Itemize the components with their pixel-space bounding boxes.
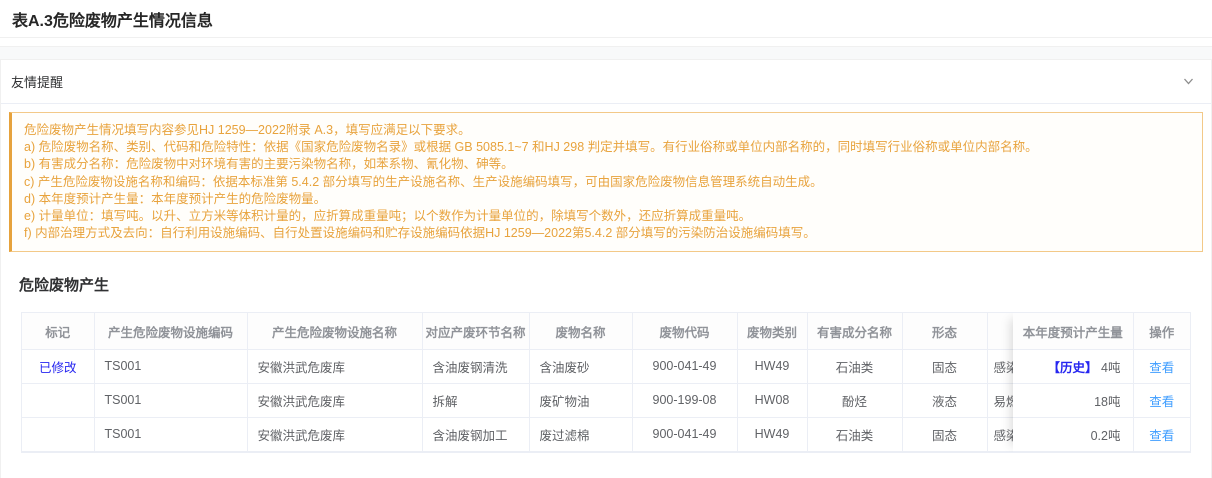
notice-item-f: f) 内部治理方式及去向：自行利用设施编码、自行处置设施编码和贮存设施编码依据H…	[24, 225, 1190, 242]
cell-facility-name: 安徽洪武危废库	[247, 349, 422, 383]
notice-item-a: a) 危险废物名称、类别、代码和危险特性：依据《国家危险废物名录》或根据 GB …	[24, 139, 1190, 156]
cell-facility-name: 安徽洪武危废库	[247, 417, 422, 451]
cell-process: 含油废钢加工	[422, 417, 529, 451]
cell-waste-code: 900-041-49	[632, 417, 737, 451]
fixed-header-row: 本年度预计产生量 操作	[1013, 313, 1190, 349]
cell-waste-code: 900-199-08	[632, 383, 737, 417]
fixed-row: 18吨 查看	[1013, 383, 1190, 417]
fixed-row: 0.2吨 查看	[1013, 417, 1190, 451]
cell-form: 固态	[902, 417, 987, 451]
notice-item-e: e) 计量单位：填写吨。以升、立方米等体积计量的，应折算成重量吨；以个数作为计量…	[24, 208, 1190, 225]
page-title: 表A.3危险废物产生情况信息	[12, 7, 213, 31]
col-header-amount: 本年度预计产生量	[1013, 313, 1133, 349]
cell-process: 含油废钢清洗	[422, 349, 529, 383]
cell-harmful-component: 石油类	[807, 349, 902, 383]
col-header-process: 对应产废环节名称	[422, 313, 529, 349]
col-header-facility-name: 产生危险废物设施名称	[247, 313, 422, 349]
reminder-title: 友情提醒	[11, 72, 63, 91]
cell-mark	[22, 383, 94, 417]
page-header: 表A.3危险废物产生情况信息	[0, 0, 1212, 38]
cell-waste-name: 含油废砂	[529, 349, 632, 383]
cell-mark: 已修改	[22, 349, 94, 383]
col-header-form: 形态	[902, 313, 987, 349]
notice-item-b: b) 有害成分名称：危险废物中对环境有害的主要污染物名称，如苯系物、氰化物、砷等…	[24, 156, 1190, 173]
amount-value: 4吨	[1101, 361, 1120, 375]
cell-mark	[22, 417, 94, 451]
section-title: 危险废物产生	[19, 274, 1211, 295]
view-link[interactable]: 查看	[1149, 395, 1174, 409]
cell-form: 液态	[902, 383, 987, 417]
amount-value: 0.2吨	[1091, 429, 1121, 443]
waste-table-fixed: 本年度预计产生量 操作 【历史】 4吨 查看 18吨 查看 0.2吨 查看	[1013, 313, 1190, 452]
cell-facility-code: TS001	[94, 417, 247, 451]
amount-value: 18吨	[1094, 395, 1120, 409]
col-header-action: 操作	[1133, 313, 1190, 349]
cell-amount: 0.2吨	[1013, 417, 1133, 451]
cell-waste-name: 废矿物油	[529, 383, 632, 417]
cell-waste-name: 废过滤棉	[529, 417, 632, 451]
cell-amount: 18吨	[1013, 383, 1133, 417]
view-link[interactable]: 查看	[1149, 361, 1174, 375]
cell-waste-category: HW49	[737, 349, 807, 383]
col-header-facility-code: 产生危险废物设施编码	[94, 313, 247, 349]
fixed-right-columns: 本年度预计产生量 操作 【历史】 4吨 查看 18吨 查看 0.2吨 查看	[1013, 313, 1190, 452]
fixed-row: 【历史】 4吨 查看	[1013, 349, 1190, 383]
view-link[interactable]: 查看	[1149, 429, 1174, 443]
col-header-waste-name: 废物名称	[529, 313, 632, 349]
col-header-mark: 标记	[22, 313, 94, 349]
notice-item-c: c) 产生危险废物设施名称和编码：依据本标准第 5.4.2 部分填写的生产设施名…	[24, 174, 1190, 191]
main-card: 友情提醒 危险废物产生情况填写内容参见HJ 1259—2022附录 A.3，填写…	[0, 60, 1212, 478]
chevron-down-icon[interactable]	[1182, 75, 1195, 88]
cell-facility-code: TS001	[94, 349, 247, 383]
notice-intro: 危险废物产生情况填写内容参见HJ 1259—2022附录 A.3，填写应满足以下…	[24, 122, 1190, 139]
cell-amount: 【历史】 4吨	[1013, 349, 1133, 383]
cell-action: 查看	[1133, 349, 1190, 383]
cell-action: 查看	[1133, 417, 1190, 451]
col-header-waste-category: 废物类别	[737, 313, 807, 349]
history-tag: 【历史】	[1048, 361, 1098, 375]
col-header-harmful-component: 有害成分名称	[807, 313, 902, 349]
notice-item-d: d) 本年度预计产生量：本年度预计产生的危险废物量。	[24, 191, 1190, 208]
cell-form: 固态	[902, 349, 987, 383]
cell-facility-name: 安徽洪武危废库	[247, 383, 422, 417]
col-header-waste-code: 废物代码	[632, 313, 737, 349]
cell-harmful-component: 酚烃	[807, 383, 902, 417]
waste-table: 标记 产生危险废物设施编码 产生危险废物设施名称 对应产废环节名称 废物名称 废…	[21, 312, 1191, 453]
reminder-collapse-header[interactable]: 友情提醒	[1, 60, 1211, 104]
cell-waste-category: HW08	[737, 383, 807, 417]
cell-action: 查看	[1133, 383, 1190, 417]
cell-process: 拆解	[422, 383, 529, 417]
reminder-notice-box: 危险废物产生情况填写内容参见HJ 1259—2022附录 A.3，填写应满足以下…	[9, 112, 1203, 252]
cell-waste-code: 900-041-49	[632, 349, 737, 383]
cell-waste-category: HW49	[737, 417, 807, 451]
cell-harmful-component: 石油类	[807, 417, 902, 451]
cell-facility-code: TS001	[94, 383, 247, 417]
card-gap-divider	[0, 46, 1212, 60]
